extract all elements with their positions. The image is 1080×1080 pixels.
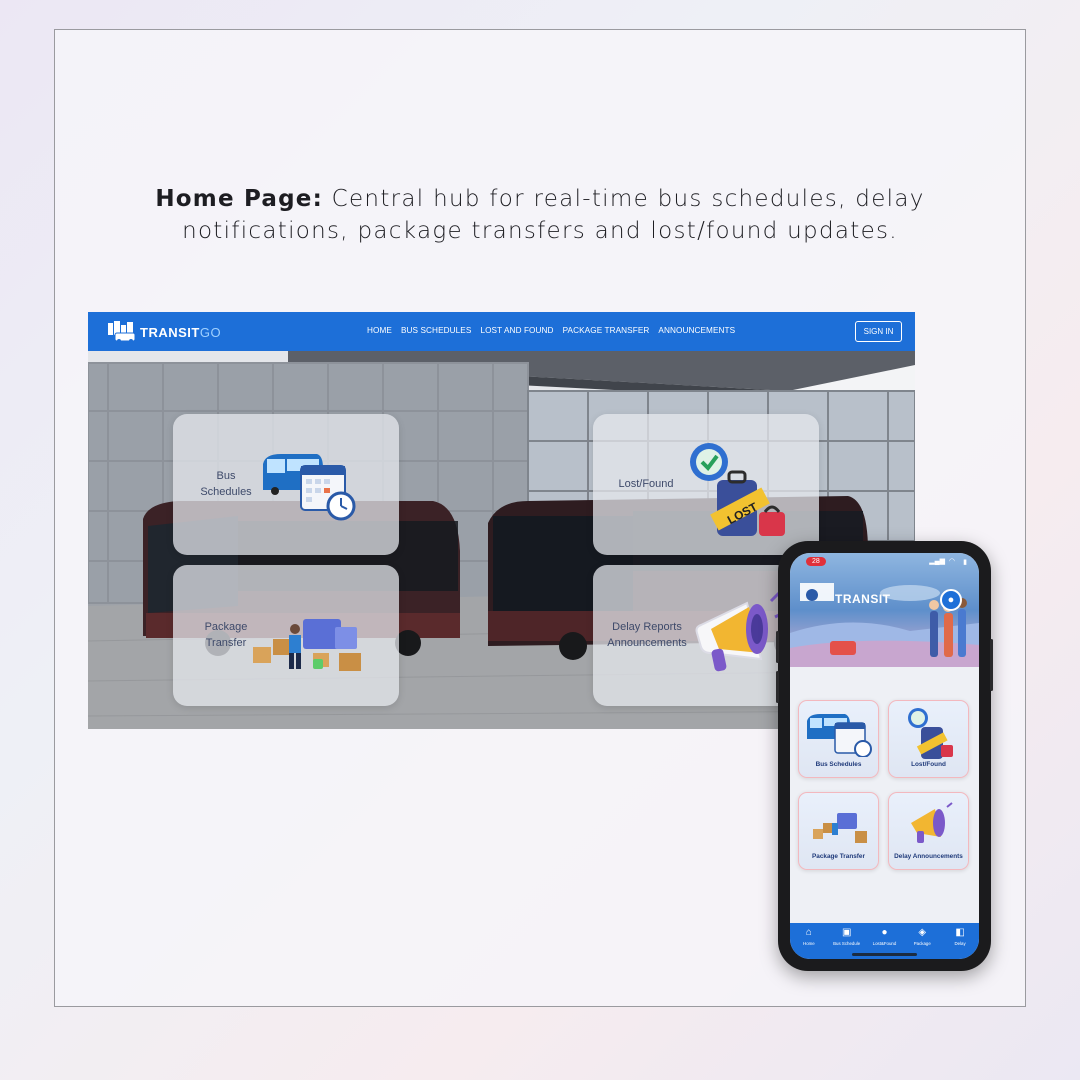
home-indicator [852,953,917,956]
battery-icon: ▮ [963,559,967,566]
signal-icon: ▂▄▆ [929,558,945,565]
alert-icon: ● [881,927,888,938]
lost-luggage-icon [908,708,953,759]
megaphone-icon [695,591,783,672]
status-time: 28 [806,557,826,566]
package-delivery-icon [253,619,361,671]
package-transfer-card[interactable]: Package Transfer [173,565,399,706]
nav-home[interactable]: HOME [367,326,392,335]
phone-mockup: 28 ▮ ◠ ▂▄▆ TRANSIT ● Bus Schedules Lost/… [776,541,993,971]
package-delivery-icon [813,813,867,843]
caption-line-1: Central hub for real-time bus schedules,… [323,186,925,212]
bus-schedules-card[interactable]: Bus Schedules [173,414,399,555]
nav-lost-and-found[interactable]: LOST AND FOUND [480,326,553,335]
phone-package-transfer-card[interactable]: Package Transfer [798,792,879,870]
slide-caption: Home Page: Central hub for real-time bus… [100,183,980,247]
status-bar: 28 ▮ ◠ ▂▄▆ [790,553,979,571]
phone-screen: 28 ▮ ◠ ▂▄▆ TRANSIT ● Bus Schedules Lost/… [790,553,979,959]
home-icon: ⌂ [805,927,812,938]
phone-app-title: TRANSIT [835,592,891,606]
volume-button [776,631,779,663]
tab-bus-schedule[interactable]: ▣ Bus Schedule [829,927,865,946]
phone-lost-found-card[interactable]: Lost/Found [888,700,969,778]
bus-calendar-icon [263,454,356,521]
logo-text: TRANSITGO [140,324,222,340]
lost-found-card[interactable]: Lost/Found LOST [593,414,819,555]
bus-schedules-card-label: Bus Schedules [200,470,252,498]
profile-avatar-icon[interactable]: ● [940,589,962,611]
phone-bus-schedules-label: Bus Schedules [815,761,862,768]
phone-delay-announcements-card[interactable]: Delay Announcements [888,792,969,870]
tab-delay[interactable]: ◧ Delay [942,927,978,946]
wifi-icon: ◠ [948,558,955,565]
caption-line-2: notifications, package transfers and los… [182,218,898,244]
phone-package-transfer-label: Package Transfer [812,853,865,860]
nav-announcements[interactable]: ANNOUNCEMENTS [658,326,735,335]
nav-package-transfer[interactable]: PACKAGE TRANSFER [563,326,650,335]
top-navbar: TRANSITGO HOME BUS SCHEDULES LOST AND FO… [88,312,915,351]
delay-reports-card-label: Delay Reports Announcements [607,621,687,649]
tab-home[interactable]: ⌂ Home [791,927,827,946]
megaphone-icon [911,802,953,843]
lost-luggage-icon: LOST [690,443,785,536]
tab-lost-found[interactable]: ● Lost&Found [866,927,902,946]
city-bus-logo-icon [108,321,136,343]
box-icon: ◈ [918,927,927,938]
nav-links: HOME BUS SCHEDULES LOST AND FOUND PACKAG… [367,326,735,335]
phone-delay-announcements-label: Delay Announcements [894,853,963,860]
power-button [990,639,993,691]
nav-bus-schedules[interactable]: BUS SCHEDULES [401,326,471,335]
volume-button [776,671,779,703]
sign-in-button[interactable]: SIGN IN [855,321,902,342]
phone-bus-schedules-card[interactable]: Bus Schedules [798,700,879,778]
megaphone-icon: ◧ [955,927,965,938]
caption-heading: Home Page: [155,186,324,212]
bus-calendar-icon [807,714,872,757]
bus-icon: ▣ [841,927,852,938]
tab-package[interactable]: ◈ Package [904,927,940,946]
transitgo-logo[interactable]: TRANSITGO [106,320,221,344]
phone-lost-found-label: Lost/Found [911,761,946,768]
lost-found-card-label: Lost/Found [618,478,674,490]
